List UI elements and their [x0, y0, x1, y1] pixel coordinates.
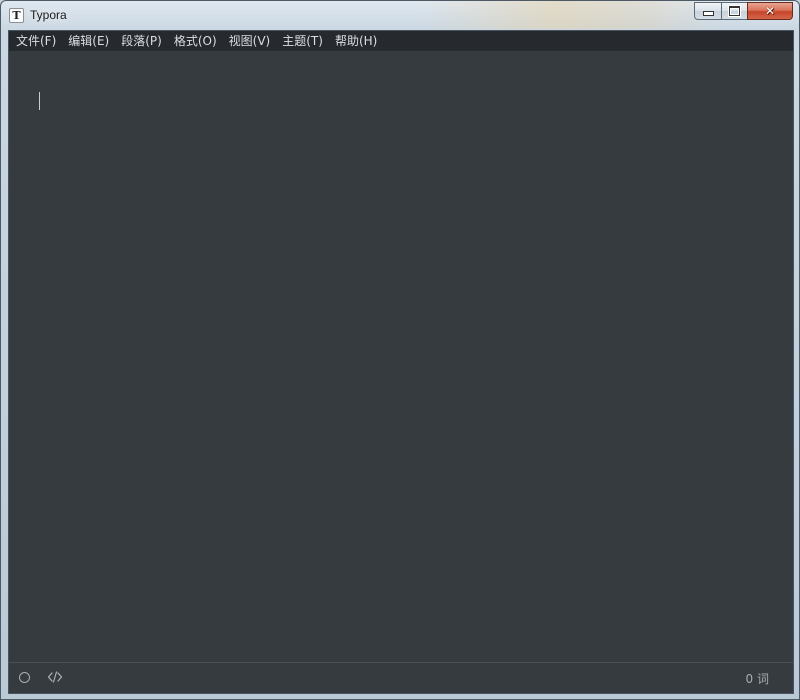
app-icon-letter: T: [12, 9, 21, 22]
maximize-icon: [729, 6, 740, 16]
menu-format[interactable]: 格式(O): [168, 31, 223, 51]
title-bar[interactable]: T Typora ✕: [1, 1, 799, 30]
status-bar: 0 词: [9, 662, 793, 693]
maximize-button[interactable]: [721, 2, 747, 20]
menu-paragraph[interactable]: 段落(P): [115, 31, 168, 51]
app-client-area: 文件(F) 编辑(E) 段落(P) 格式(O) 视图(V) 主题(T) 帮助(H…: [8, 30, 794, 694]
circle-outline-icon[interactable]: [19, 672, 30, 683]
window-controls: ✕: [694, 2, 793, 21]
menu-view[interactable]: 视图(V): [223, 31, 277, 51]
minimize-button[interactable]: [694, 2, 721, 20]
typora-window: T Typora ✕ 文件(F) 编辑(E) 段落(P) 格式(O) 视图(V)…: [0, 0, 800, 700]
word-count[interactable]: 0 词: [746, 670, 769, 687]
text-cursor: [39, 92, 40, 110]
typora-app-icon[interactable]: T: [9, 8, 24, 23]
menu-themes[interactable]: 主题(T): [276, 31, 329, 51]
close-icon: ✕: [764, 4, 776, 18]
menu-edit[interactable]: 编辑(E): [62, 31, 115, 51]
close-button[interactable]: ✕: [747, 2, 793, 20]
editor-area[interactable]: [9, 51, 793, 663]
menu-file[interactable]: 文件(F): [10, 31, 62, 51]
code-icon[interactable]: [47, 669, 63, 685]
menu-bar: 文件(F) 编辑(E) 段落(P) 格式(O) 视图(V) 主题(T) 帮助(H…: [9, 31, 793, 51]
menu-help[interactable]: 帮助(H): [329, 31, 383, 51]
minimize-icon: [702, 11, 714, 16]
window-title: Typora: [30, 8, 67, 22]
